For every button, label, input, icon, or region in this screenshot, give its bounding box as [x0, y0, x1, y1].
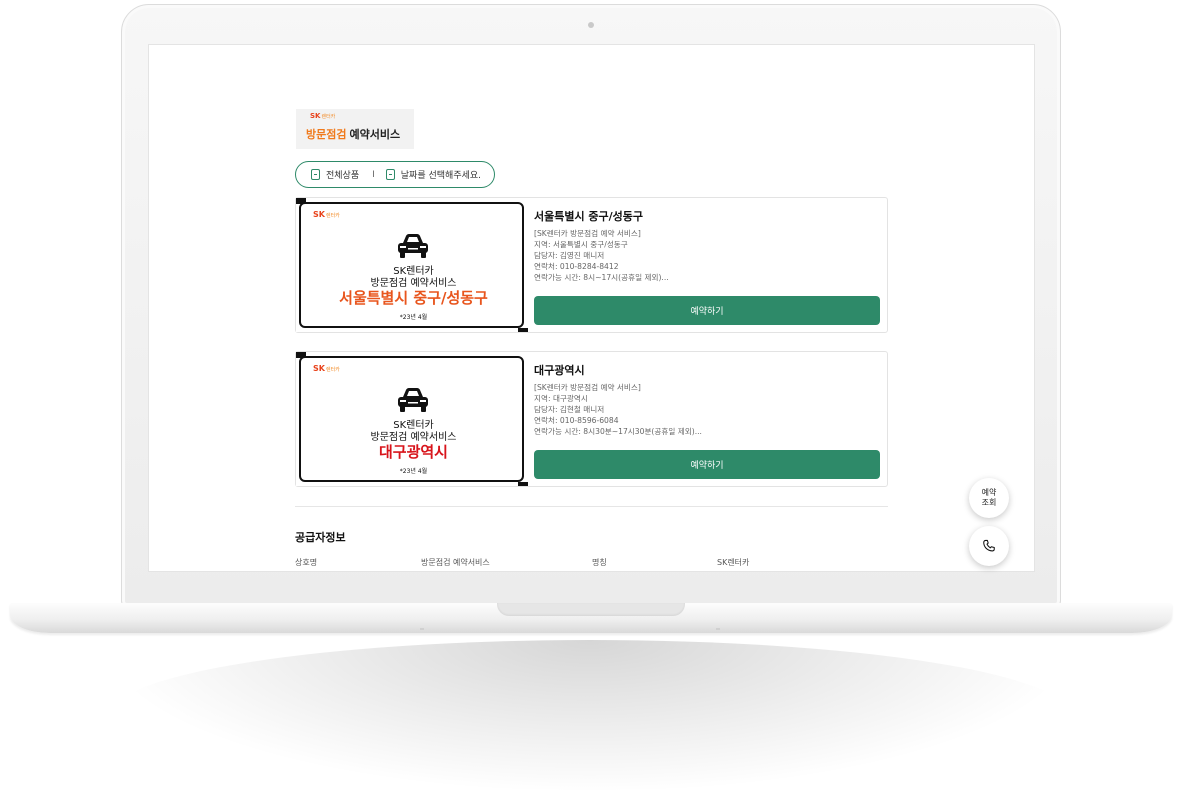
description-line: 담당자: 김영진 매니저	[534, 251, 605, 260]
product-title[interactable]: 서울특별시 중구/성동구	[534, 208, 643, 224]
filter-separator: I	[372, 169, 375, 180]
product-thumbnail[interactable]: SK렌터카 SK렌터카 방문점검 예약서비스 서울특별시 중구/성동구 *23년…	[296, 198, 528, 332]
laptop-shadow	[110, 640, 1070, 790]
camera-dot	[588, 22, 594, 28]
product-card[interactable]: SK렌터카 SK렌터카 방문점검 예약서비스 서울특별시 중구/성동구 *23년…	[295, 197, 888, 333]
section-divider	[295, 506, 888, 507]
supplier-value-company: 방문점검 예약서비스	[421, 558, 490, 567]
description-line: 지역: 서울특별시 중구/성동구	[534, 240, 628, 249]
product-card[interactable]: SK렌터카 SK렌터카 방문점검 예약서비스 대구광역시 *23년 4월 대구광…	[295, 351, 888, 487]
all-products-label: 전체상품	[326, 171, 360, 181]
supplier-value-name: SK렌터카	[717, 558, 750, 567]
phone-button[interactable]	[969, 526, 1009, 566]
thumb-sk-logo: SK렌터카	[313, 210, 340, 219]
description-line: 연락처: 010-8284-8412	[534, 262, 619, 271]
product-description: [SK렌터카 방문점검 예약 서비스] 지역: 대구광역시 담당자: 김현철 매…	[534, 382, 874, 437]
description-line: 연락가능 시간: 8시~17시(공휴일 제외)...	[534, 273, 669, 282]
description-line: 지역: 대구광역시	[534, 394, 588, 403]
hinge-mark	[420, 628, 424, 630]
list-icon	[311, 169, 320, 180]
car-icon	[398, 234, 428, 258]
reserve-button[interactable]: 예약하기	[534, 296, 880, 325]
thumb-sk-logo: SK렌터카	[313, 364, 340, 373]
calendar-icon	[385, 169, 395, 180]
supplier-label-name: 명칭	[592, 558, 607, 567]
laptop-notch	[497, 603, 685, 616]
thumb-region: 서울특별시 중구/성동구	[339, 289, 488, 307]
laptop-mockup: SK렌터카 방문점검예약서비스 전체상품 I 날짜를 선택해주세요. SK렌터	[0, 0, 1182, 812]
thumb-date: *23년 4월	[399, 468, 428, 475]
supplier-info-title: 공급자정보	[295, 531, 346, 544]
brand-title-orange: 방문점검	[306, 128, 347, 141]
car-icon	[398, 388, 428, 412]
description-line: 연락가능 시간: 8시30분~17시30분(공휴일 제외)...	[534, 427, 702, 436]
thumb-date: *23년 4월	[399, 314, 428, 321]
date-filter[interactable]: 날짜를 선택해주세요.	[385, 168, 482, 181]
description-line: 연락처: 010-8596-6084	[534, 416, 619, 425]
description-line: 담당자: 김현철 매니저	[534, 405, 605, 414]
sk-logo: SK렌터카	[310, 112, 336, 120]
product-thumbnail[interactable]: SK렌터카 SK렌터카 방문점검 예약서비스 대구광역시 *23년 4월	[296, 352, 528, 486]
phone-icon	[983, 539, 995, 552]
thumb-corner	[518, 328, 528, 332]
brand-logo[interactable]: SK렌터카 방문점검 예약서비스	[296, 109, 414, 149]
reservation-lookup-button[interactable]: 예약 조회	[969, 478, 1009, 518]
description-line: [SK렌터카 방문점검 예약 서비스]	[534, 383, 641, 392]
thumb-corner	[518, 482, 528, 486]
brand-title-black: 예약서비스	[349, 128, 401, 141]
thumb-region: 대구광역시	[378, 443, 448, 461]
thumbnail-frame: SK렌터카 SK렌터카 방문점검 예약서비스 서울특별시 중구/성동구 *23년…	[299, 202, 524, 328]
reservation-lookup-label: 예약 조회	[981, 488, 997, 507]
date-placeholder: 날짜를 선택해주세요.	[400, 171, 482, 181]
product-description: [SK렌터카 방문점검 예약 서비스] 지역: 서울특별시 중구/성동구 담당자…	[534, 228, 874, 283]
thumbnail-frame: SK렌터카 SK렌터카 방문점검 예약서비스 대구광역시 *23년 4월	[299, 356, 524, 482]
brand-title: 방문점검 예약서비스	[306, 126, 400, 142]
browser-screen: SK렌터카 방문점검예약서비스 전체상품 I 날짜를 선택해주세요. SK렌터	[148, 44, 1035, 572]
filter-bar: 전체상품 I 날짜를 선택해주세요.	[295, 161, 495, 188]
all-products-filter[interactable]: 전체상품	[311, 168, 359, 181]
supplier-label-company: 상호명	[295, 558, 318, 567]
product-title[interactable]: 대구광역시	[534, 362, 585, 378]
hinge-mark	[716, 628, 720, 630]
description-line: [SK렌터카 방문점검 예약 서비스]	[534, 229, 641, 238]
reserve-button[interactable]: 예약하기	[534, 450, 880, 479]
